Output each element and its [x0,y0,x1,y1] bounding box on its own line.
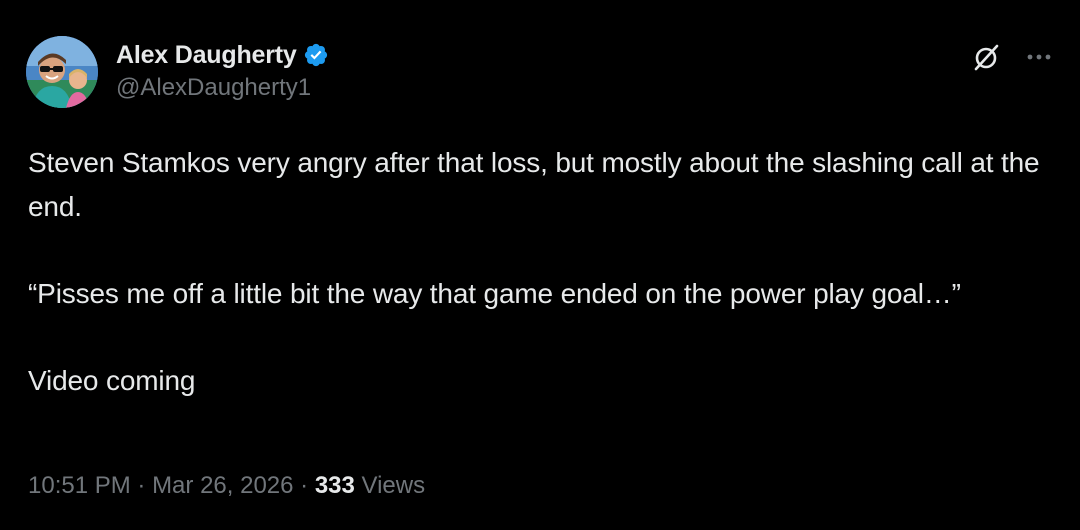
more-options-icon[interactable] [1024,42,1054,72]
meta-separator: · [130,472,153,499]
grok-icon[interactable] [972,42,1002,72]
name-row: Alex Daugherty [116,38,329,72]
profile-photo-icon [26,36,98,108]
meta-separator: · [293,472,315,499]
verified-badge-icon[interactable] [303,42,329,68]
author-block: Alex Daugherty @AlexDaugherty1 [116,38,329,102]
tweet: Alex Daugherty @AlexDaugherty1 Steven St… [0,0,1080,530]
tweet-time[interactable]: 10:51 PM [28,472,131,499]
avatar[interactable] [26,36,98,108]
views-count[interactable]: 333 [315,472,355,499]
tweet-metadata: 10:51 PM · Mar 26, 2026 · 333 Views [28,472,425,500]
tweet-paragraph: “Pisses me off a little bit the way that… [28,277,961,309]
author-display-name[interactable]: Alex Daugherty [116,41,297,70]
tweet-paragraph: Video coming [28,364,196,396]
views-label: Views [354,472,426,499]
tweet-paragraph: Steven Stamkos very angry after that los… [28,147,1040,222]
tweet-text: Steven Stamkos very angry after that los… [28,141,1058,402]
tweet-date[interactable]: Mar 26, 2026 [152,472,293,499]
author-handle[interactable]: @AlexDaugherty1 [116,74,329,102]
